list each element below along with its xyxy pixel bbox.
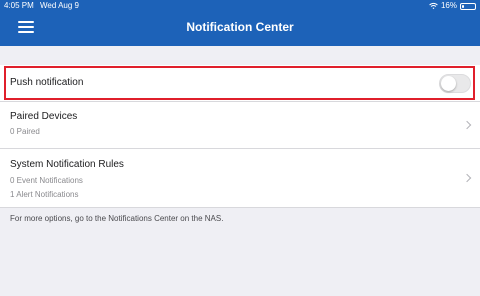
status-indicators: 16%: [429, 0, 476, 12]
status-date: Wed Aug 9: [40, 1, 79, 10]
chevron-right-icon: [462, 120, 472, 130]
push-notification-toggle[interactable]: [439, 74, 471, 93]
event-notifications-count: 0 Event Notifications: [10, 176, 83, 185]
footer-note: For more options, go to the Notification…: [10, 214, 224, 223]
settings-list: Push notification Paired Devices 0 Paire…: [0, 65, 480, 208]
push-notification-label: Push notification: [10, 77, 84, 88]
paired-devices-row[interactable]: Paired Devices 0 Paired: [0, 102, 480, 149]
status-time: 4:05 PM: [4, 1, 34, 10]
notification-rules-row[interactable]: System Notification Rules 0 Event Notifi…: [0, 149, 480, 208]
toggle-knob: [441, 76, 456, 91]
battery-percent: 16%: [440, 1, 457, 10]
paired-devices-title: Paired Devices: [10, 111, 78, 122]
nav-bar: 4:05 PM Wed Aug 9 16% Notification Cente…: [0, 0, 480, 46]
battery-level: [462, 4, 464, 8]
alert-notifications-count: 1 Alert Notifications: [10, 190, 79, 199]
chevron-right-icon: [462, 173, 472, 183]
status-bar: 4:05 PM Wed Aug 9 16%: [0, 0, 480, 12]
push-notification-row: Push notification: [0, 65, 480, 102]
page-title: Notification Center: [186, 20, 294, 34]
paired-devices-subtitle: 0 Paired: [10, 127, 40, 136]
notification-rules-title: System Notification Rules: [10, 159, 124, 170]
wifi-icon: [429, 2, 438, 10]
battery-icon: [460, 2, 476, 10]
